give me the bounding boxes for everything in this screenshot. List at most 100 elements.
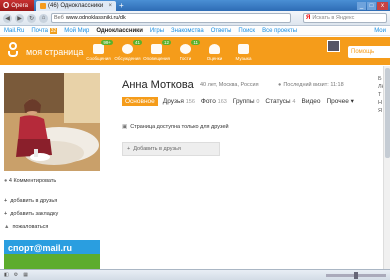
- browser-tab[interactable]: (46) Одноклассники ×: [36, 1, 116, 11]
- add-friend-link-label: добавить в друзья: [10, 198, 58, 204]
- maximize-button[interactable]: □: [367, 1, 376, 10]
- private-notice-text: Страница доступна только для друзей: [130, 124, 229, 130]
- music-cover-thumbnail[interactable]: [327, 40, 340, 52]
- guests-icon: [180, 44, 191, 54]
- tab-close-icon[interactable]: ×: [108, 3, 112, 9]
- mailbar-item-mine[interactable]: Мои: [374, 28, 390, 34]
- sport-mailru-ad[interactable]: спорт@mail.ru: [4, 240, 100, 272]
- profile-photo-image: [4, 73, 100, 171]
- add-friend-button-label: Добавить в друзья: [133, 146, 181, 152]
- discussions-icon: [122, 44, 133, 54]
- tab-statuses[interactable]: Статусы 4: [264, 97, 296, 106]
- search-input[interactable]: Я Искать в Яндекс: [303, 13, 387, 23]
- toolbar-guests[interactable]: 11 Гости: [171, 39, 200, 65]
- tab-title: (46) Одноклассники: [48, 3, 104, 9]
- mailbar-item-mail-label: Почта: [31, 28, 49, 34]
- tab-friends[interactable]: Друзья 156: [162, 97, 196, 106]
- mailbar-item-mailru[interactable]: Mail.Ru: [4, 28, 24, 34]
- browser-statusbar: ◧ ⚙ ▦: [0, 269, 390, 280]
- discussions-count-badge: 41: [132, 40, 142, 45]
- reload-button[interactable]: ↻: [27, 13, 36, 23]
- mailbar-item-all-projects[interactable]: Все проекты: [262, 28, 297, 34]
- toolbar-discussions[interactable]: 41 Обсуждения: [113, 39, 142, 65]
- tab-photos-count: 163: [217, 98, 227, 105]
- forward-button[interactable]: ▶: [15, 13, 24, 23]
- clock-icon: ●: [278, 82, 282, 88]
- add-bookmark-link[interactable]: + добавить закладку: [4, 211, 58, 217]
- toolbar-music[interactable]: Музыка: [229, 39, 258, 65]
- home-button[interactable]: ⌂: [39, 13, 48, 23]
- add-friend-button[interactable]: + Добавить в друзья: [122, 142, 220, 156]
- help-link[interactable]: Помощь: [348, 46, 390, 58]
- window-controls: _ □ x: [357, 1, 390, 10]
- scrollbar-thumb[interactable]: [385, 68, 390, 158]
- tab-groups-label: Группы: [232, 97, 255, 105]
- tab-video[interactable]: Видео: [300, 97, 321, 106]
- add-bookmark-label: добавить закладку: [10, 211, 59, 217]
- my-page-link[interactable]: моя страница: [26, 47, 83, 57]
- ok-logo-head: [9, 42, 17, 50]
- profile-photo[interactable]: [4, 73, 100, 171]
- minimize-button[interactable]: _: [357, 1, 366, 10]
- guests-count-badge: 11: [191, 40, 200, 45]
- opera-menu-label: Opera: [11, 2, 28, 9]
- ok-favicon-icon: [40, 3, 46, 9]
- zoom-slider[interactable]: [326, 271, 386, 279]
- ok-logo-body: [8, 51, 18, 57]
- mailru-project-bar: Mail.Ru Почта 32 Мой Мир Одноклассники И…: [0, 27, 390, 36]
- url-prefix: Веб: [54, 15, 64, 21]
- profile-meta: 40 лет, Москва, Россия: [200, 82, 259, 88]
- tab-groups-count: 0: [256, 98, 260, 105]
- messages-count-badge: 99+: [101, 40, 113, 45]
- complain-link[interactable]: ▲ пожаловаться: [4, 224, 58, 230]
- header-toolbar: 99+ Сообщения 41 Обсуждения 12 Оповещени…: [84, 39, 258, 65]
- mailbar-item-search[interactable]: Поиск: [238, 28, 255, 34]
- tab-statuses-count: 4: [292, 98, 296, 105]
- tab-more[interactable]: Прочее ▾: [325, 96, 354, 106]
- ok-header: моя страница 99+ Сообщения 41 Обсуждения…: [0, 37, 390, 65]
- add-friend-link[interactable]: + добавить в друзья: [4, 198, 58, 204]
- mailbar-item-myworld[interactable]: Мой Мир: [64, 28, 89, 34]
- toolbar-ratings[interactable]: Оценки: [200, 39, 229, 65]
- vertical-scrollbar[interactable]: [383, 66, 390, 269]
- mailbar-item-answers[interactable]: Ответы: [211, 28, 232, 34]
- complain-label: пожаловаться: [12, 224, 49, 230]
- complain-icon: ▲: [4, 224, 10, 230]
- opera-menu-button[interactable]: O Opera: [0, 0, 34, 11]
- mailbar-item-odnoklassniki[interactable]: Одноклассники: [96, 28, 143, 34]
- messages-icon: [93, 44, 104, 54]
- close-window-button[interactable]: x: [377, 1, 388, 10]
- toolbar-notifications[interactable]: 12 Оповещения: [142, 39, 171, 65]
- ratings-label: Оценки: [206, 56, 223, 61]
- comments-link[interactable]: ● 4 Комментировать: [4, 178, 56, 184]
- comment-icon: ●: [4, 178, 8, 184]
- mailbar-item-games[interactable]: Игры: [150, 28, 164, 34]
- new-tab-button[interactable]: +: [119, 1, 124, 10]
- guests-label: Гости: [179, 56, 192, 61]
- last-visit: ● Последний визит: 11:18: [278, 82, 344, 88]
- toolbar-messages[interactable]: 99+ Сообщения: [84, 39, 113, 65]
- tab-groups[interactable]: Группы 0: [232, 97, 261, 106]
- url-input[interactable]: Веб www.odnoklassniki.ru/dk: [51, 13, 291, 23]
- mailbar-item-dating[interactable]: Знакомства: [171, 28, 204, 34]
- settings-icon[interactable]: ⚙: [14, 272, 18, 278]
- lock-icon: ▣: [122, 124, 128, 130]
- music-label: Музыка: [235, 56, 252, 61]
- profile-name: Анна Моткова: [122, 79, 194, 91]
- opera-logo-icon: O: [3, 1, 10, 10]
- speed-dial-icon[interactable]: ▦: [23, 272, 28, 278]
- tab-main[interactable]: Основное: [122, 96, 158, 106]
- back-button[interactable]: ◀: [3, 13, 12, 23]
- ok-logo-icon[interactable]: [6, 42, 20, 60]
- search-placeholder: Искать в Яндекс: [312, 15, 355, 21]
- mailbar-item-mail[interactable]: Почта 32: [31, 28, 58, 34]
- tab-friends-label: Друзья: [162, 97, 184, 105]
- comments-label: 4 Комментировать: [8, 178, 57, 184]
- panel-toggle-icon[interactable]: ◧: [4, 272, 9, 278]
- tab-photos[interactable]: Фото 163: [200, 97, 228, 106]
- ad-text: спорт@mail.ru: [8, 243, 73, 253]
- mail-count-badge: 32: [49, 28, 58, 34]
- yandex-icon: Я: [306, 15, 311, 21]
- last-visit-label: Последний визит: 11:18: [283, 82, 344, 88]
- bookmark-plus-icon: +: [4, 211, 8, 217]
